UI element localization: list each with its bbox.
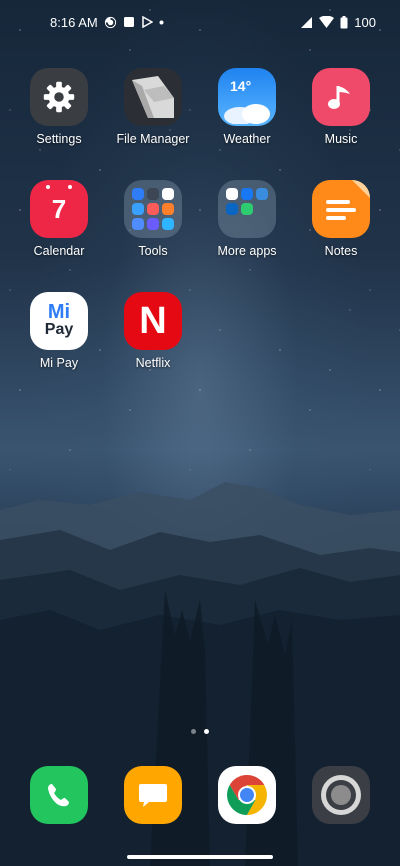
- app-folder-tools[interactable]: Tools: [106, 180, 200, 258]
- phone-icon[interactable]: [30, 766, 88, 824]
- folder-icon: [124, 180, 182, 238]
- app-label: More apps: [217, 244, 277, 258]
- app-mi-pay[interactable]: Mi Pay Mi Pay: [12, 292, 106, 370]
- mi-pay-logo-bottom: Pay: [44, 321, 74, 338]
- app-calendar[interactable]: 7 Calendar: [12, 180, 106, 258]
- calendar-ring-icon: [46, 185, 50, 189]
- dock: [0, 766, 400, 826]
- folder-icon: [218, 180, 276, 238]
- mi-pay-icon: Mi Pay: [30, 292, 88, 350]
- camera-icon[interactable]: [312, 766, 370, 824]
- app-label: Notes: [324, 244, 358, 258]
- app-music[interactable]: Music: [294, 68, 388, 146]
- status-right: 100: [300, 15, 376, 30]
- status-bar: 8:16 AM 100: [0, 0, 400, 44]
- wifi-icon: [319, 16, 335, 28]
- weather-temperature: 14°: [230, 78, 252, 94]
- app-label: Tools: [138, 244, 168, 258]
- app-label: Netflix: [135, 356, 171, 370]
- play-store-icon: [141, 16, 153, 28]
- signal-icon: [301, 16, 313, 28]
- file-manager-icon: [124, 68, 182, 126]
- stop-icon: [123, 17, 134, 27]
- mi-pay-logo-top: Mi: [47, 301, 71, 323]
- weather-icon: 14°: [218, 68, 276, 126]
- app-label: Weather: [223, 132, 271, 146]
- calendar-icon: 7: [30, 180, 88, 238]
- app-label: Music: [324, 132, 358, 146]
- chrome-icon[interactable]: [218, 766, 276, 824]
- app-weather[interactable]: 14° Weather: [200, 68, 294, 146]
- app-netflix[interactable]: N Netflix: [106, 292, 200, 370]
- app-label: Mi Pay: [39, 356, 79, 370]
- page-dot[interactable]: [191, 729, 196, 734]
- app-label: File Manager: [116, 132, 190, 146]
- gear-icon: [30, 68, 88, 126]
- page-dot-active[interactable]: [204, 729, 209, 734]
- status-time: 8:16 AM: [50, 14, 98, 30]
- battery-icon: [340, 15, 348, 28]
- page-indicator: [0, 729, 400, 734]
- app-notes[interactable]: Notes: [294, 180, 388, 258]
- message-icon[interactable]: [124, 766, 182, 824]
- calendar-day: 7: [51, 193, 67, 224]
- battery-percent: 100: [354, 14, 376, 30]
- calendar-ring-icon: [68, 185, 72, 189]
- netflix-logo: N: [139, 299, 167, 342]
- navigation-handle[interactable]: [127, 855, 273, 859]
- app-label: Calendar: [33, 244, 85, 258]
- sync-icon: [104, 16, 116, 28]
- notes-icon: [312, 180, 370, 238]
- app-file-manager[interactable]: File Manager: [106, 68, 200, 146]
- music-note-icon: [312, 68, 370, 126]
- netflix-icon: N: [124, 292, 182, 350]
- app-folder-more-apps[interactable]: More apps: [200, 180, 294, 258]
- app-settings[interactable]: Settings: [12, 68, 106, 146]
- app-label: Settings: [36, 132, 82, 146]
- status-left: 8:16 AM: [50, 15, 164, 30]
- more-dot-icon: [159, 20, 164, 24]
